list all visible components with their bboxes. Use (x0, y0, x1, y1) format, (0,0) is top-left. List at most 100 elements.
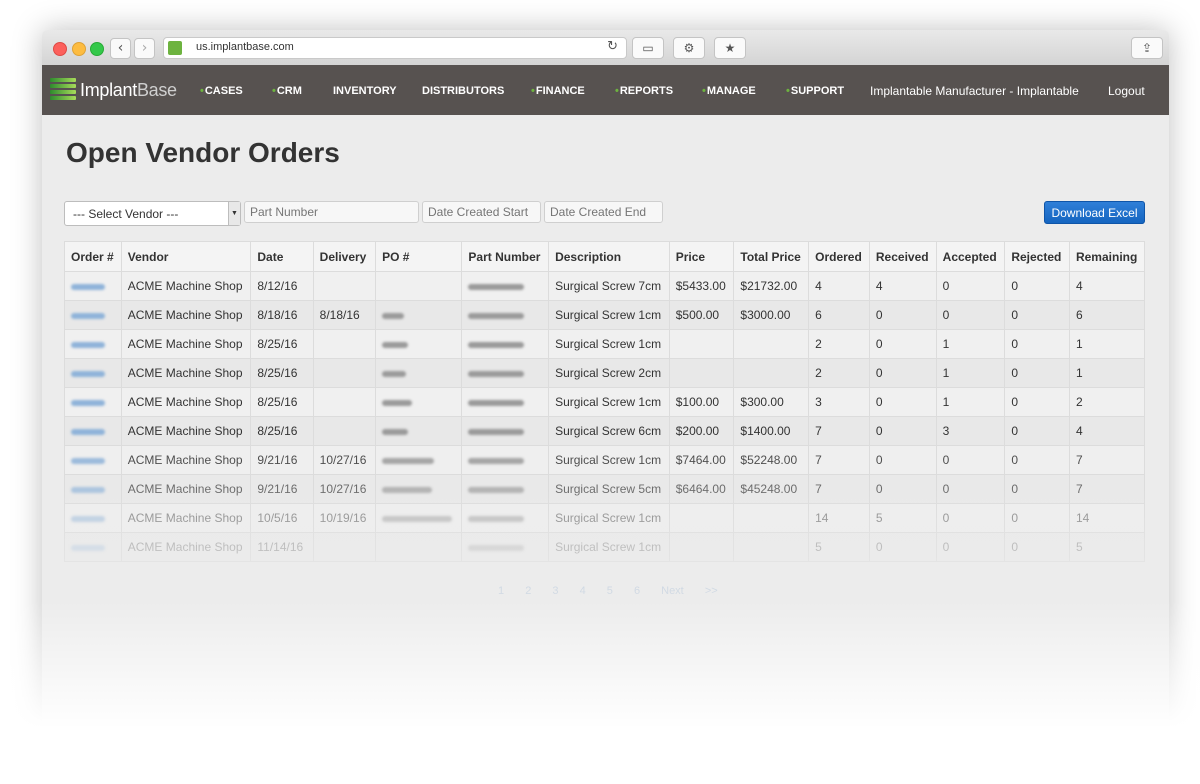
redacted-order-link[interactable] (71, 486, 105, 493)
redacted-part-number (468, 312, 525, 319)
redacted-order-link[interactable] (71, 370, 105, 377)
vendor-cell: ACME Machine Shop (120, 503, 252, 533)
nav-finance[interactable]: •FINANCE (531, 85, 585, 97)
table-row[interactable]: ACME Machine Shop 8/25/16 Surgical Screw 6… (64, 416, 1146, 446)
redacted-order-link[interactable] (71, 283, 105, 290)
column-header[interactable]: Rejected (1004, 241, 1070, 272)
column-header[interactable]: Total Price (733, 241, 810, 272)
order-number-cell[interactable] (64, 300, 122, 330)
po-cell (375, 387, 463, 417)
description-cell: Surgical Screw 7cm (548, 271, 670, 301)
nav-crm-label: CRM (276, 85, 302, 97)
date-created-end-input[interactable] (544, 201, 663, 223)
close-window-button[interactable] (53, 42, 67, 56)
app-logo[interactable]: ImplantBase (80, 80, 177, 101)
order-number-cell[interactable] (64, 358, 122, 388)
star-icon: ★ (724, 41, 736, 55)
column-header[interactable]: Delivery (312, 241, 377, 272)
redacted-order-link[interactable] (71, 341, 105, 348)
column-header[interactable]: Ordered (808, 241, 870, 272)
reload-icon[interactable]: ↻ (607, 39, 618, 54)
table-row[interactable]: ACME Machine Shop 11/14/16 Surgical Screw … (64, 532, 1146, 562)
column-header[interactable]: Date (250, 241, 314, 272)
order-number-cell[interactable] (64, 329, 122, 359)
page-link[interactable]: 4 (580, 585, 586, 597)
page-link[interactable]: 3 (552, 585, 558, 597)
page-link[interactable]: 1 (498, 585, 504, 597)
redacted-part-number (468, 544, 525, 551)
order-number-cell[interactable] (64, 445, 122, 475)
page-link[interactable]: 2 (525, 585, 531, 597)
order-number-cell[interactable] (64, 503, 122, 533)
nav-finance-label: FINANCE (535, 85, 585, 97)
part-cell (461, 358, 550, 388)
table-row[interactable]: ACME Machine Shop 8/18/16 8/18/16 Surgical … (64, 300, 1146, 330)
nav-inventory[interactable]: INVENTORY (333, 85, 397, 97)
forward-button[interactable]: › (134, 38, 155, 59)
redacted-order-link[interactable] (71, 457, 105, 464)
column-header[interactable]: Part Number (461, 241, 550, 272)
part-number-input[interactable] (244, 201, 419, 223)
extension-settings-button[interactable]: ⚙ (673, 37, 705, 59)
vendor-cell: ACME Machine Shop (120, 329, 252, 359)
rejected-cell: 0 (1004, 300, 1070, 330)
nav-manage[interactable]: •MANAGE (702, 85, 756, 97)
po-cell (375, 271, 463, 301)
delivery-cell (312, 271, 377, 301)
table-row[interactable]: ACME Machine Shop 8/25/16 Surgical Screw 1… (64, 387, 1146, 417)
column-header[interactable]: Vendor (120, 241, 252, 272)
download-excel-button[interactable]: Download Excel (1044, 201, 1145, 224)
nav-reports[interactable]: •REPORTS (615, 85, 673, 97)
order-number-cell[interactable] (64, 474, 122, 504)
page-link[interactable]: 6 (634, 585, 640, 597)
logout-link[interactable]: Logout (1108, 84, 1145, 98)
nav-crm[interactable]: •CRM (272, 85, 302, 97)
date-created-start-input[interactable] (422, 201, 541, 223)
total-cell (733, 532, 810, 562)
redacted-order-link[interactable] (71, 544, 105, 551)
column-header[interactable]: PO # (375, 241, 463, 272)
description-cell: Surgical Screw 2cm (548, 358, 670, 388)
minimize-window-button[interactable] (72, 42, 86, 56)
price-cell (668, 532, 735, 562)
column-header[interactable]: Description (548, 241, 670, 272)
total-cell (733, 503, 810, 533)
redacted-order-link[interactable] (71, 515, 105, 522)
redacted-order-link[interactable] (71, 428, 105, 435)
accepted-cell: 0 (935, 532, 1006, 562)
next-page-link[interactable]: Next (661, 585, 684, 597)
table-row[interactable]: ACME Machine Shop 9/21/16 10/27/16 Surgical… (64, 474, 1146, 504)
rejected-cell: 0 (1004, 474, 1070, 504)
back-button[interactable]: ‹ (110, 38, 131, 59)
vendor-select[interactable]: --- Select Vendor --- ▼ (64, 201, 241, 226)
page-link[interactable]: 5 (607, 585, 613, 597)
nav-support[interactable]: •SUPPORT (786, 85, 844, 97)
table-row[interactable]: ACME Machine Shop 8/25/16 Surgical Screw 1… (64, 329, 1146, 359)
column-header[interactable]: Accepted (935, 241, 1006, 272)
table-row[interactable]: ACME Machine Shop 8/25/16 Surgical Screw 2… (64, 358, 1146, 388)
table-row[interactable]: ACME Machine Shop 10/5/16 10/19/16 Surgical… (64, 503, 1146, 533)
table-row[interactable]: ACME Machine Shop 8/12/16 Surgical Screw 7… (64, 271, 1146, 301)
remaining-cell: 6 (1068, 300, 1146, 330)
bookmark-extension-button[interactable]: ★ (714, 37, 746, 59)
orders-table: Order # Vendor Date Delivery PO # Part N… (64, 241, 1146, 562)
redacted-order-link[interactable] (71, 399, 105, 406)
order-number-cell[interactable] (64, 416, 122, 446)
nav-distributors[interactable]: DISTRIBUTORS (422, 85, 504, 97)
zoom-window-button[interactable] (90, 42, 104, 56)
nav-cases[interactable]: •CASES (200, 85, 243, 97)
order-number-cell[interactable] (64, 387, 122, 417)
sidebar-toggle-button[interactable]: ▭ (632, 37, 664, 59)
current-user-link[interactable]: Implantable Manufacturer - Implantable (870, 84, 1079, 98)
column-header[interactable]: Received (868, 241, 937, 272)
column-header[interactable]: Remaining (1068, 241, 1146, 272)
order-number-cell[interactable] (64, 271, 122, 301)
order-number-cell[interactable] (64, 532, 122, 562)
column-header[interactable]: Price (668, 241, 735, 272)
share-button[interactable]: ⇪ (1131, 37, 1163, 59)
table-row[interactable]: ACME Machine Shop 9/21/16 10/27/16 Surgical… (64, 445, 1146, 475)
last-page-link[interactable]: >> (705, 585, 718, 597)
address-bar[interactable]: us.implantbase.com ↻ (163, 37, 627, 59)
redacted-order-link[interactable] (71, 312, 105, 319)
column-header[interactable]: Order # (64, 241, 122, 272)
